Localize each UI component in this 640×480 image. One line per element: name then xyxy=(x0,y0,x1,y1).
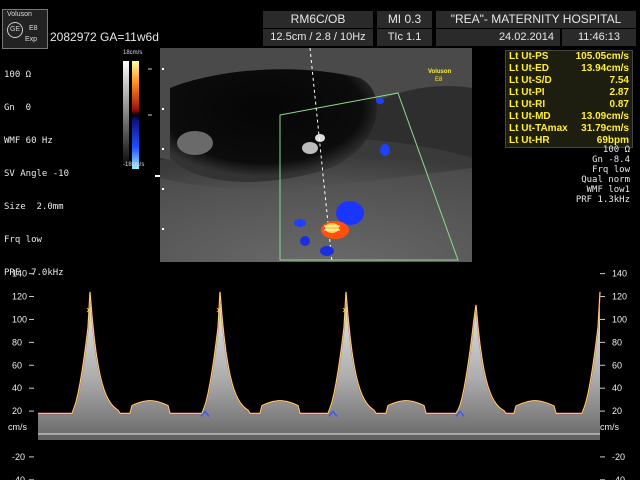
tick-label: -20 xyxy=(612,452,625,462)
tick-label: -20 xyxy=(12,452,25,462)
measurement-label: Lt Ut-PI xyxy=(509,87,545,98)
voluson-logo: Voluson GE E8 Exp xyxy=(2,9,48,49)
ge-icon: GE xyxy=(7,22,23,38)
measurement-value: 2.87 xyxy=(609,87,629,98)
measurement-label: Lt Ut-HR xyxy=(509,135,550,146)
tick-label: 100 xyxy=(12,314,27,324)
measurement-row: Lt Ut-ED 13.94cm/s xyxy=(506,63,632,75)
ultrasound-image[interactable]: Voluson E8 xyxy=(160,48,472,262)
tic-index: TIc 1.1 xyxy=(377,29,432,46)
colorbar-min: -18cm/s xyxy=(123,162,145,168)
right-param: Frq low xyxy=(592,165,630,175)
tick-label: -40 xyxy=(612,475,625,480)
tick-label: -40 xyxy=(12,475,25,480)
left-param: Size 2.0mm xyxy=(4,202,64,212)
overlay-brand: Voluson xyxy=(428,69,452,75)
exam-date: 24.02.2014 xyxy=(436,29,560,46)
measurement-value: 13.09cm/s xyxy=(581,111,629,122)
measurement-row: Lt Ut-PS 105.05cm/s xyxy=(506,51,632,63)
right-params: 100 Ω Gn -8.4 Frq low Qual norm WMF low1… xyxy=(560,145,630,205)
measurement-label: Lt Ut-TAmax xyxy=(509,123,568,134)
peak-marker: × xyxy=(86,305,92,316)
colorbar-max: 18cm/s xyxy=(123,50,143,56)
measurement-value: 0.87 xyxy=(609,99,629,110)
measurement-label: Lt Ut-RI xyxy=(509,99,546,110)
hospital-name: "REA"- MATERNITY HOSPITAL xyxy=(436,11,636,28)
peak-marker: × xyxy=(342,305,348,316)
logo-model: E8 xyxy=(29,25,38,32)
measurement-value: 31.79cm/s xyxy=(581,123,629,134)
unit-left: cm/s xyxy=(8,422,27,432)
focus-marker xyxy=(155,175,160,177)
right-param: Gn -8.4 xyxy=(592,155,630,165)
tick-label: 20 xyxy=(612,406,622,416)
left-param: Gn 0 xyxy=(4,103,32,113)
right-param: WMF low1 xyxy=(586,185,630,195)
tick-label: 140 xyxy=(12,269,27,279)
tick-label: 80 xyxy=(12,337,22,347)
logo-sub: Exp xyxy=(25,36,38,43)
right-param: PRF 1.3kHz xyxy=(575,195,630,205)
measurement-row: Lt Ut-S/D 7.54 xyxy=(506,75,632,87)
depth-info: 12.5cm / 2.8 / 10Hz xyxy=(263,29,373,46)
tick-label: 40 xyxy=(612,383,622,393)
measurement-label: Lt Ut-PS xyxy=(509,51,549,62)
left-param: Frq low xyxy=(4,235,42,245)
tick-label: 140 xyxy=(612,269,627,279)
measurement-value: 13.94cm/s xyxy=(581,63,629,74)
tick-label: 120 xyxy=(612,292,627,302)
measurement-label: Lt Ut-ED xyxy=(509,63,549,74)
tick-label: 80 xyxy=(612,337,622,347)
left-param: 100 Ω xyxy=(4,70,32,80)
measurement-row: Lt Ut-MD 13.09cm/s xyxy=(506,111,632,123)
right-param: Qual norm xyxy=(581,175,630,185)
doppler-spectrum[interactable]: 140 120 100 80 60 40 20 -20 -40 140 120 100 80 60 40 2… xyxy=(0,262,640,480)
exam-time: 11:46:13 xyxy=(562,29,636,46)
measurement-value: 7.54 xyxy=(609,75,629,86)
unit-right: cm/s xyxy=(600,422,619,432)
tick-label: 40 xyxy=(12,383,22,393)
probe-preset: RM6C/OB xyxy=(263,11,373,28)
measurement-label: Lt Ut-MD xyxy=(509,111,551,122)
tick-label: 100 xyxy=(612,314,627,324)
color-velocity-bar xyxy=(123,61,152,169)
mi-index: MI 0.3 xyxy=(377,11,432,28)
measurement-label: Lt Ut-S/D xyxy=(509,75,552,86)
tick-label: 20 xyxy=(12,406,22,416)
measurements-panel: Lt Ut-PS 105.05cm/s Lt Ut-ED 13.94cm/s Lt … xyxy=(505,50,633,148)
peak-marker: × xyxy=(216,305,222,316)
tick-label: 120 xyxy=(12,292,27,302)
patient-id: 2082972 GA=11w6d xyxy=(50,30,159,44)
logo-brand: Voluson xyxy=(7,11,32,18)
tick-label: 60 xyxy=(612,360,622,370)
tick-label: 60 xyxy=(12,360,22,370)
left-param: WMF 60 Hz xyxy=(4,136,53,146)
measurement-row: Lt Ut-TAmax 31.79cm/s xyxy=(506,123,632,135)
left-params: 100 Ω Gn 0 WMF 60 Hz SV Angle -10 Size 2… xyxy=(4,48,69,290)
measurement-value: 105.05cm/s xyxy=(575,51,629,62)
measurement-row: Lt Ut-RI 0.87 xyxy=(506,99,632,111)
overlay-model: E8 xyxy=(435,77,443,83)
right-param: 100 Ω xyxy=(602,145,630,155)
measurement-row: Lt Ut-PI 2.87 xyxy=(506,87,632,99)
left-param: SV Angle -10 xyxy=(4,169,70,179)
